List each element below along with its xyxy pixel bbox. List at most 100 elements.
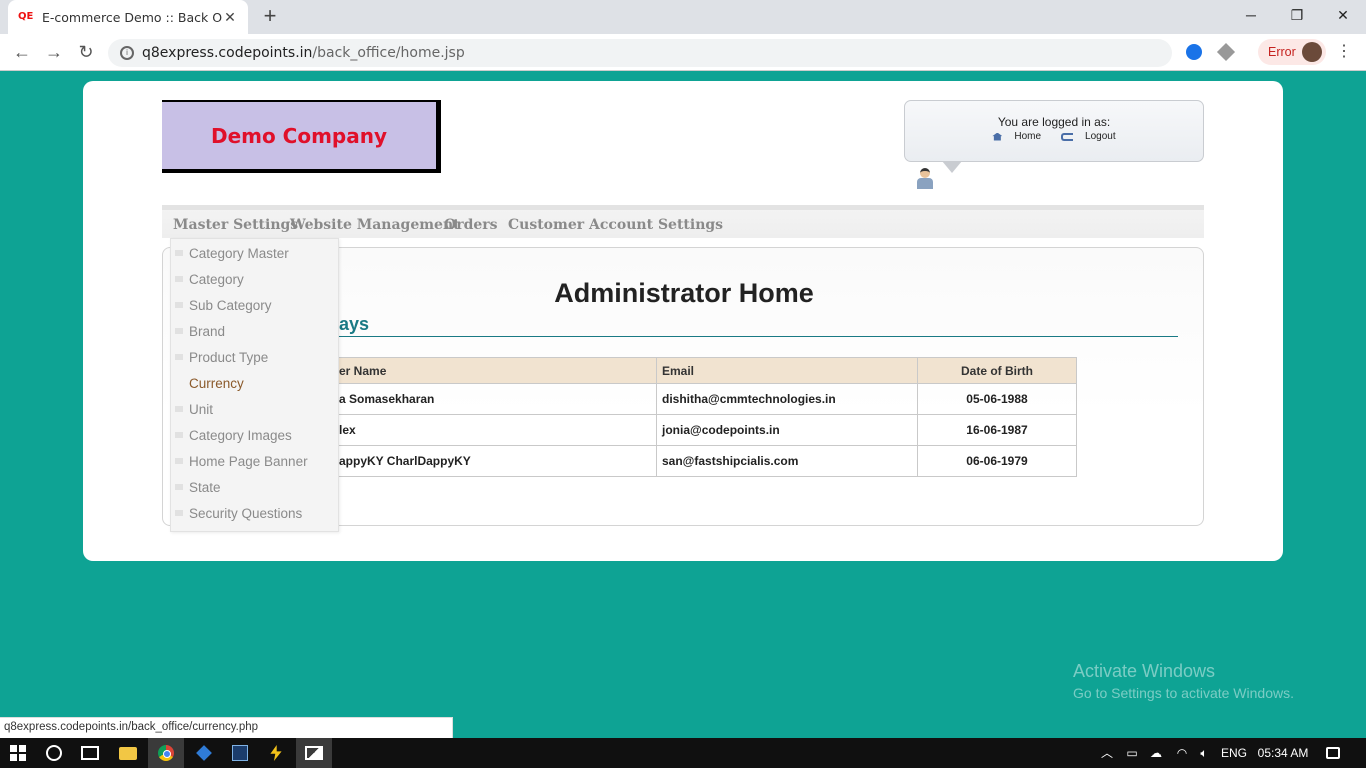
task-view-button[interactable] — [72, 738, 108, 768]
browser-menu-icon[interactable]: ⋮ — [1336, 40, 1352, 64]
menu-item-label: State — [189, 479, 221, 495]
menu-item-label: Security Questions — [189, 505, 303, 521]
logout-icon[interactable] — [1061, 132, 1074, 141]
new-tab-plus-icon[interactable]: + — [258, 5, 282, 27]
company-logo[interactable]: Demo Company — [162, 100, 441, 173]
speech-bubble-tail — [942, 161, 962, 173]
cell-dob: 16-06-1987 — [917, 414, 1077, 446]
cell-dob: 05-06-1988 — [917, 383, 1077, 415]
heading-divider — [333, 336, 1178, 337]
url-path: /back_office/home.jsp — [312, 45, 465, 61]
taskbar-file-explorer[interactable] — [110, 738, 146, 768]
nav-customer[interactable]: Customer — [508, 217, 584, 233]
activation-watermark: Activate Windows Go to Settings to activ… — [1073, 661, 1294, 701]
tab-close-icon[interactable]: ✕ — [222, 9, 238, 26]
photos-icon — [305, 746, 323, 760]
notification-icon — [1326, 747, 1340, 759]
taskbar-search-button[interactable] — [36, 738, 72, 768]
extension-search-icon[interactable] — [1186, 44, 1202, 60]
bolt-app-icon — [270, 745, 282, 761]
logout-link[interactable]: Logout — [1085, 131, 1116, 142]
address-bar[interactable]: i q8express.codepoints.in/back_office/ho… — [108, 39, 1172, 67]
minimize-window-icon[interactable]: ─ — [1228, 0, 1274, 30]
restore-window-icon[interactable]: ❐ — [1274, 0, 1320, 30]
menu-bullet-icon — [175, 354, 183, 360]
menu-item-category-images[interactable]: Category Images — [171, 422, 340, 448]
start-button[interactable] — [0, 738, 36, 768]
menu-item-product-type[interactable]: Product Type — [171, 344, 340, 370]
browser-tab[interactable]: QE E-commerce Demo :: Back Office ✕ — [8, 0, 248, 34]
wifi-icon[interactable]: ◠ — [1172, 738, 1192, 768]
taskbar-photos[interactable] — [296, 738, 332, 768]
address-url: q8express.codepoints.in/back_office/home… — [142, 45, 465, 61]
nav-account-settings[interactable]: Account Settings — [589, 217, 723, 233]
menu-bullet-icon — [175, 302, 183, 308]
home-link[interactable]: Home — [1014, 131, 1041, 142]
taskbar-app-cube[interactable] — [186, 738, 222, 768]
site-info-icon[interactable]: i — [120, 46, 134, 60]
cell-email: jonia@codepoints.in — [656, 414, 918, 446]
menu-item-unit[interactable]: Unit — [171, 396, 340, 422]
menu-item-category-master[interactable]: Category Master — [171, 240, 340, 266]
menu-item-label: Category — [189, 271, 244, 287]
menu-item-label: Unit — [189, 401, 214, 417]
nav-orders[interactable]: Orders — [444, 217, 498, 233]
login-status-box: You are logged in as: Home Logout — [904, 100, 1204, 162]
user-avatar-icon — [916, 168, 934, 190]
reload-icon[interactable]: ↻ — [74, 41, 98, 63]
task-view-icon — [81, 746, 99, 760]
menu-item-brand[interactable]: Brand — [171, 318, 340, 344]
menu-item-label: Sub Category — [189, 297, 272, 313]
site-favicon-icon: QE — [18, 11, 34, 22]
table-header-row: er Name Email Date of Birth — [333, 357, 1077, 384]
back-arrow-icon[interactable]: ← — [10, 41, 34, 63]
column-header-email: Email — [656, 357, 918, 384]
menu-item-category[interactable]: Category — [171, 266, 340, 292]
menu-bullet-icon — [175, 406, 183, 412]
taskbar-app-ps[interactable] — [222, 738, 258, 768]
battery-icon[interactable]: ▭ — [1122, 738, 1142, 768]
action-center-button[interactable] — [1320, 738, 1346, 768]
company-name: Demo Company — [210, 123, 388, 148]
birthdays-heading: ays — [339, 314, 370, 334]
table-row: appyKY CharlDappyKY san@fastshipcialis.c… — [333, 445, 1077, 477]
profile-error-button[interactable]: Error — [1258, 39, 1326, 65]
watermark-subtitle: Go to Settings to activate Windows. — [1073, 685, 1294, 701]
tab-title: E-commerce Demo :: Back Office — [42, 9, 222, 25]
cell-name: lex — [333, 414, 657, 446]
language-indicator[interactable]: ENG — [1218, 738, 1250, 768]
main-navigation: Master Settings Website Management Order… — [162, 205, 1204, 238]
cell-email: dishitha@cmmtechnologies.in — [656, 383, 918, 415]
table-row: lex jonia@codepoints.in 16-06-1987 — [333, 414, 1077, 446]
menu-bullet-icon — [175, 276, 183, 282]
menu-item-label: Product Type — [189, 349, 269, 365]
taskbar-chrome[interactable] — [148, 738, 184, 768]
column-header-name: er Name — [333, 357, 657, 384]
forward-arrow-icon[interactable]: → — [42, 41, 66, 63]
home-icon[interactable] — [992, 132, 1003, 141]
clock[interactable]: 05:34 AM — [1254, 738, 1312, 768]
profile-error-label: Error — [1268, 45, 1296, 59]
menu-item-currency[interactable]: Currency — [171, 370, 340, 396]
menu-item-sub-category[interactable]: Sub Category — [171, 292, 340, 318]
menu-item-state[interactable]: State — [171, 474, 340, 500]
menu-item-home-page-banner[interactable]: Home Page Banner — [171, 448, 340, 474]
onedrive-cloud-icon[interactable]: ☁ — [1146, 738, 1166, 768]
taskbar-app-bolt[interactable] — [258, 738, 294, 768]
windows-taskbar: ︿ ▭ ☁ ◠ 🔈︎ ENG 05:34 AM — [0, 738, 1366, 768]
column-header-dob: Date of Birth — [917, 357, 1077, 384]
search-icon — [46, 745, 62, 761]
volume-icon[interactable]: 🔈︎ — [1194, 738, 1214, 768]
menu-bullet-icon — [175, 484, 183, 490]
menu-item-security-questions[interactable]: Security Questions — [171, 500, 340, 526]
close-window-icon[interactable]: ✕ — [1320, 0, 1366, 30]
master-settings-dropdown: Category Master Category Sub Category Br… — [170, 238, 339, 532]
browser-toolbar: ← → ↻ i q8express.codepoints.in/back_off… — [0, 34, 1366, 71]
user-links: Home Logout — [905, 131, 1203, 142]
link-status-url: q8express.codepoints.in/back_office/curr… — [0, 717, 453, 738]
chrome-icon — [158, 745, 174, 761]
tray-chevron-up-icon[interactable]: ︿ — [1098, 738, 1116, 768]
nav-website-management[interactable]: Website Management — [290, 217, 460, 233]
nav-master-settings[interactable]: Master Settings — [173, 217, 298, 233]
windows-logo-icon — [10, 745, 26, 761]
